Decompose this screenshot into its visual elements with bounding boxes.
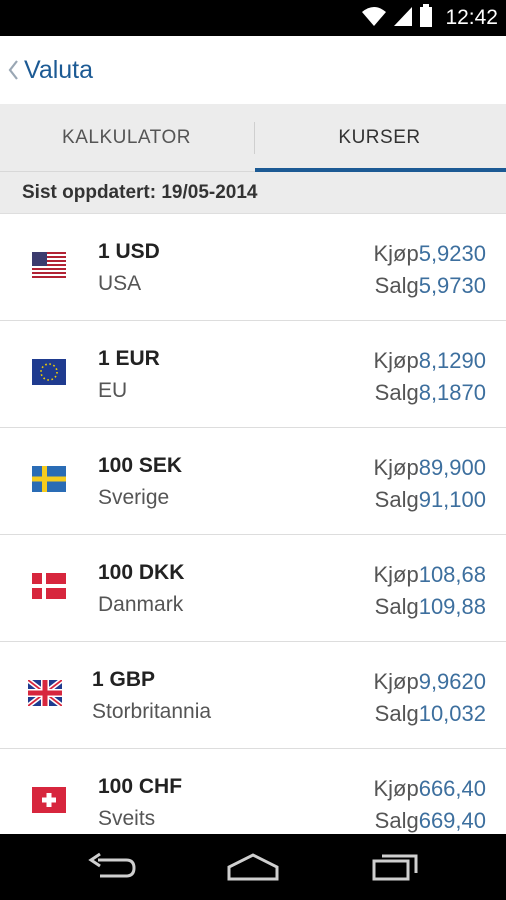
sell-value: 109,88 (418, 594, 486, 619)
back-button[interactable]: Valuta (4, 55, 93, 85)
rate-values: Kjøp666,40 Salg669,40 (373, 773, 486, 834)
system-nav-bar (0, 834, 506, 900)
rate-row-usd[interactable]: 1 USD USA Kjøp5,9230 Salg5,9730 (0, 214, 506, 321)
status-icons: 12:42 (361, 0, 498, 36)
currency-country: Storbritannia (92, 700, 212, 723)
sell-value: 5,9730 (418, 273, 486, 298)
buy-rate: Kjøp9,9620 (373, 666, 486, 698)
rate-values: Kjøp9,9620 Salg10,032 (373, 666, 486, 730)
sell-rate: Salg91,100 (373, 484, 486, 516)
eu-flag-icon (32, 359, 66, 385)
sell-value: 10,032 (418, 701, 486, 726)
currency-code: 1 GBP (92, 668, 156, 691)
rate-row-dkk[interactable]: 100 DKK Danmark Kjøp108,68 Salg109,88 (0, 535, 506, 642)
sell-value: 669,40 (418, 808, 486, 833)
dk-flag-icon (32, 573, 66, 599)
gb-flag-icon (28, 680, 62, 706)
rate-row-chf[interactable]: 100 CHF Sveits Kjøp666,40 Salg669,40 (0, 749, 506, 834)
sell-label: Salg (374, 808, 419, 833)
rate-row-sek[interactable]: 100 SEK Sverige Kjøp89,900 Salg91,100 (0, 428, 506, 535)
sell-rate: Salg5,9730 (373, 270, 486, 302)
tab-kalkulator[interactable]: KALKULATOR (0, 104, 253, 171)
tab-divider (254, 122, 255, 154)
currency-country: Sverige (98, 486, 170, 509)
sell-label: Salg (374, 273, 419, 298)
nav-back-icon[interactable] (62, 834, 162, 900)
nav-recents-icon[interactable] (345, 834, 445, 900)
last-updated-text: Sist oppdatert: 19/05-2014 (0, 172, 506, 214)
sell-rate: Salg109,88 (373, 591, 486, 623)
rate-row-gbp[interactable]: 1 GBP Storbritannia Kjøp9,9620 Salg10,03… (0, 642, 506, 749)
sell-value: 91,100 (418, 487, 486, 512)
sell-rate: Salg10,032 (373, 698, 486, 730)
sell-label: Salg (374, 594, 419, 619)
buy-label: Kjøp (373, 669, 419, 694)
buy-rate: Kjøp108,68 (373, 559, 486, 591)
tab-bar: KALKULATOR KURSER (0, 104, 506, 172)
sell-rate: Salg8,1870 (373, 377, 486, 409)
ch-flag-icon (32, 787, 66, 813)
signal-icon (393, 5, 413, 32)
page-title: Valuta (24, 55, 94, 84)
buy-rate: Kjøp89,900 (373, 452, 486, 484)
buy-label: Kjøp (373, 776, 419, 801)
sell-value: 8,1870 (418, 380, 486, 405)
status-time: 12:42 (445, 6, 498, 29)
us-flag-icon (32, 252, 66, 278)
buy-label: Kjøp (373, 241, 419, 266)
rate-values: Kjøp5,9230 Salg5,9730 (373, 238, 486, 302)
sell-label: Salg (374, 380, 419, 405)
se-flag-icon (32, 466, 66, 492)
rate-values: Kjøp108,68 Salg109,88 (373, 559, 486, 623)
buy-value: 8,1290 (418, 348, 486, 373)
currency-code: 1 EUR (98, 347, 160, 370)
nav-home-icon[interactable] (203, 834, 303, 900)
rate-values: Kjøp8,1290 Salg8,1870 (373, 345, 486, 409)
wifi-icon (361, 5, 387, 32)
currency-country: Danmark (98, 593, 184, 616)
status-bar: 12:42 (0, 0, 506, 36)
buy-label: Kjøp (373, 348, 419, 373)
sell-label: Salg (374, 487, 419, 512)
rate-row-eur[interactable]: 1 EUR EU Kjøp8,1290 Salg8,1870 (0, 321, 506, 428)
buy-value: 89,900 (418, 455, 486, 480)
rate-values: Kjøp89,900 Salg91,100 (373, 452, 486, 516)
currency-code: 100 DKK (98, 561, 185, 584)
currency-country: EU (98, 379, 128, 402)
buy-value: 9,9620 (418, 669, 486, 694)
chevron-left-icon (4, 55, 22, 85)
sell-rate: Salg669,40 (373, 805, 486, 834)
buy-label: Kjøp (373, 562, 419, 587)
app-header: Valuta (0, 36, 506, 104)
buy-value: 666,40 (418, 776, 486, 801)
currency-code: 100 SEK (98, 454, 183, 477)
sell-label: Salg (374, 701, 419, 726)
buy-rate: Kjøp5,9230 (373, 238, 486, 270)
buy-rate: Kjøp666,40 (373, 773, 486, 805)
tab-kurser[interactable]: KURSER (253, 104, 506, 172)
buy-label: Kjøp (373, 455, 419, 480)
buy-rate: Kjøp8,1290 (373, 345, 486, 377)
buy-value: 5,9230 (418, 241, 486, 266)
currency-country: Sveits (98, 807, 156, 830)
currency-code: 1 USD (98, 240, 160, 263)
currency-code: 100 CHF (98, 775, 183, 798)
buy-value: 108,68 (418, 562, 486, 587)
battery-icon (419, 3, 433, 33)
rate-list[interactable]: 1 USD USA Kjøp5,9230 Salg5,9730 1 EUR EU… (0, 214, 506, 834)
currency-country: USA (98, 272, 142, 295)
